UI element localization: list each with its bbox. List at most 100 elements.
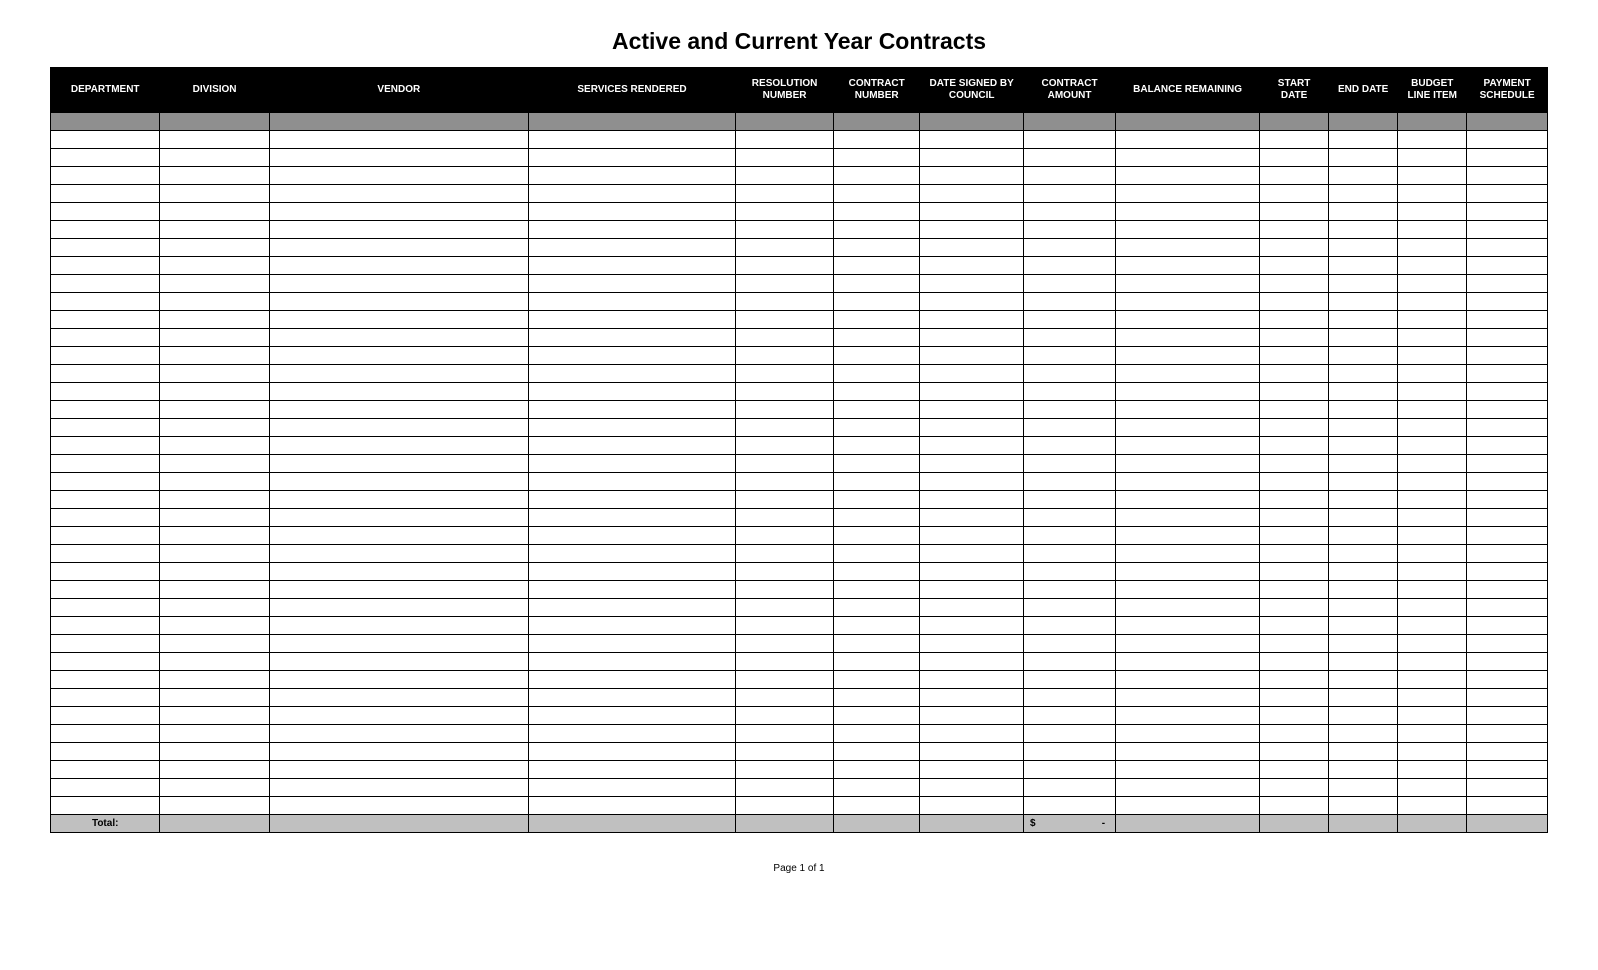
table-cell bbox=[528, 671, 735, 689]
table-cell bbox=[1024, 473, 1116, 491]
table-row bbox=[51, 131, 1548, 149]
table-cell bbox=[51, 545, 160, 563]
table-row bbox=[51, 149, 1548, 167]
table-cell bbox=[834, 671, 920, 689]
table-cell bbox=[1467, 131, 1548, 149]
table-cell bbox=[51, 779, 160, 797]
table-cell bbox=[528, 797, 735, 815]
table-cell bbox=[269, 311, 528, 329]
table-cell bbox=[528, 149, 735, 167]
table-cell bbox=[920, 779, 1024, 797]
table-cell bbox=[528, 329, 735, 347]
table-header: DEPARTMENT DIVISION VENDOR SERVICES REND… bbox=[51, 68, 1548, 113]
table-cell bbox=[736, 113, 834, 131]
table-cell bbox=[1398, 473, 1467, 491]
table-cell bbox=[834, 383, 920, 401]
table-cell bbox=[160, 617, 269, 635]
col-balance-remaining: BALANCE REMAINING bbox=[1116, 68, 1260, 113]
table-cell bbox=[920, 221, 1024, 239]
table-cell bbox=[528, 239, 735, 257]
table-cell bbox=[1329, 563, 1398, 581]
table-cell bbox=[920, 437, 1024, 455]
table-row bbox=[51, 329, 1548, 347]
table-cell bbox=[1260, 743, 1329, 761]
table-cell bbox=[160, 491, 269, 509]
table-cell bbox=[269, 581, 528, 599]
table-cell bbox=[160, 131, 269, 149]
table-row bbox=[51, 707, 1548, 725]
table-cell bbox=[1398, 455, 1467, 473]
table-cell bbox=[160, 221, 269, 239]
table-cell bbox=[51, 221, 160, 239]
table-cell bbox=[1329, 797, 1398, 815]
table-cell bbox=[1024, 617, 1116, 635]
table-cell bbox=[834, 185, 920, 203]
table-cell bbox=[51, 617, 160, 635]
table-cell bbox=[834, 779, 920, 797]
table-cell bbox=[1260, 455, 1329, 473]
table-cell bbox=[1398, 275, 1467, 293]
table-cell bbox=[834, 347, 920, 365]
table-cell bbox=[834, 203, 920, 221]
table-cell bbox=[1467, 761, 1548, 779]
table-cell bbox=[1398, 437, 1467, 455]
table-row bbox=[51, 383, 1548, 401]
table-cell bbox=[1467, 725, 1548, 743]
table-cell bbox=[920, 401, 1024, 419]
table-cell bbox=[1024, 527, 1116, 545]
table-cell bbox=[528, 311, 735, 329]
table-cell bbox=[920, 617, 1024, 635]
table-cell bbox=[1116, 419, 1260, 437]
table-cell bbox=[269, 167, 528, 185]
table-cell bbox=[736, 545, 834, 563]
table-cell bbox=[1467, 311, 1548, 329]
table-cell bbox=[528, 509, 735, 527]
table-cell bbox=[920, 689, 1024, 707]
table-cell bbox=[1467, 563, 1548, 581]
table-cell bbox=[1024, 581, 1116, 599]
table-cell bbox=[1467, 203, 1548, 221]
table-cell bbox=[834, 725, 920, 743]
table-cell bbox=[834, 491, 920, 509]
table-cell bbox=[736, 599, 834, 617]
table-cell bbox=[920, 383, 1024, 401]
table-cell bbox=[528, 419, 735, 437]
table-cell bbox=[1116, 653, 1260, 671]
table-cell bbox=[1329, 221, 1398, 239]
table-cell bbox=[1329, 455, 1398, 473]
table-cell bbox=[834, 329, 920, 347]
table-cell bbox=[920, 113, 1024, 131]
table-cell bbox=[920, 149, 1024, 167]
table-cell bbox=[1260, 599, 1329, 617]
table-cell bbox=[736, 203, 834, 221]
table-cell bbox=[920, 707, 1024, 725]
table-cell bbox=[1398, 671, 1467, 689]
col-start-date: START DATE bbox=[1260, 68, 1329, 113]
table-cell bbox=[1116, 239, 1260, 257]
table-cell bbox=[1398, 545, 1467, 563]
totals-amount: $- bbox=[1024, 815, 1116, 833]
table-cell bbox=[1260, 131, 1329, 149]
col-contract-amount: CONTRACT AMOUNT bbox=[1024, 68, 1116, 113]
table-row bbox=[51, 203, 1548, 221]
table-cell bbox=[736, 635, 834, 653]
totals-cell bbox=[1116, 815, 1260, 833]
table-row bbox=[51, 239, 1548, 257]
table-cell bbox=[1260, 401, 1329, 419]
table-cell bbox=[1024, 311, 1116, 329]
table-cell bbox=[1116, 131, 1260, 149]
table-cell bbox=[736, 581, 834, 599]
table-cell bbox=[51, 203, 160, 221]
table-cell bbox=[1116, 149, 1260, 167]
table-cell bbox=[736, 509, 834, 527]
table-cell bbox=[160, 275, 269, 293]
totals-cell bbox=[1329, 815, 1398, 833]
table-cell bbox=[51, 509, 160, 527]
table-cell bbox=[920, 581, 1024, 599]
table-cell bbox=[528, 617, 735, 635]
table-cell bbox=[51, 455, 160, 473]
table-cell bbox=[269, 671, 528, 689]
table-cell bbox=[1398, 347, 1467, 365]
table-cell bbox=[1467, 167, 1548, 185]
table-cell bbox=[834, 545, 920, 563]
